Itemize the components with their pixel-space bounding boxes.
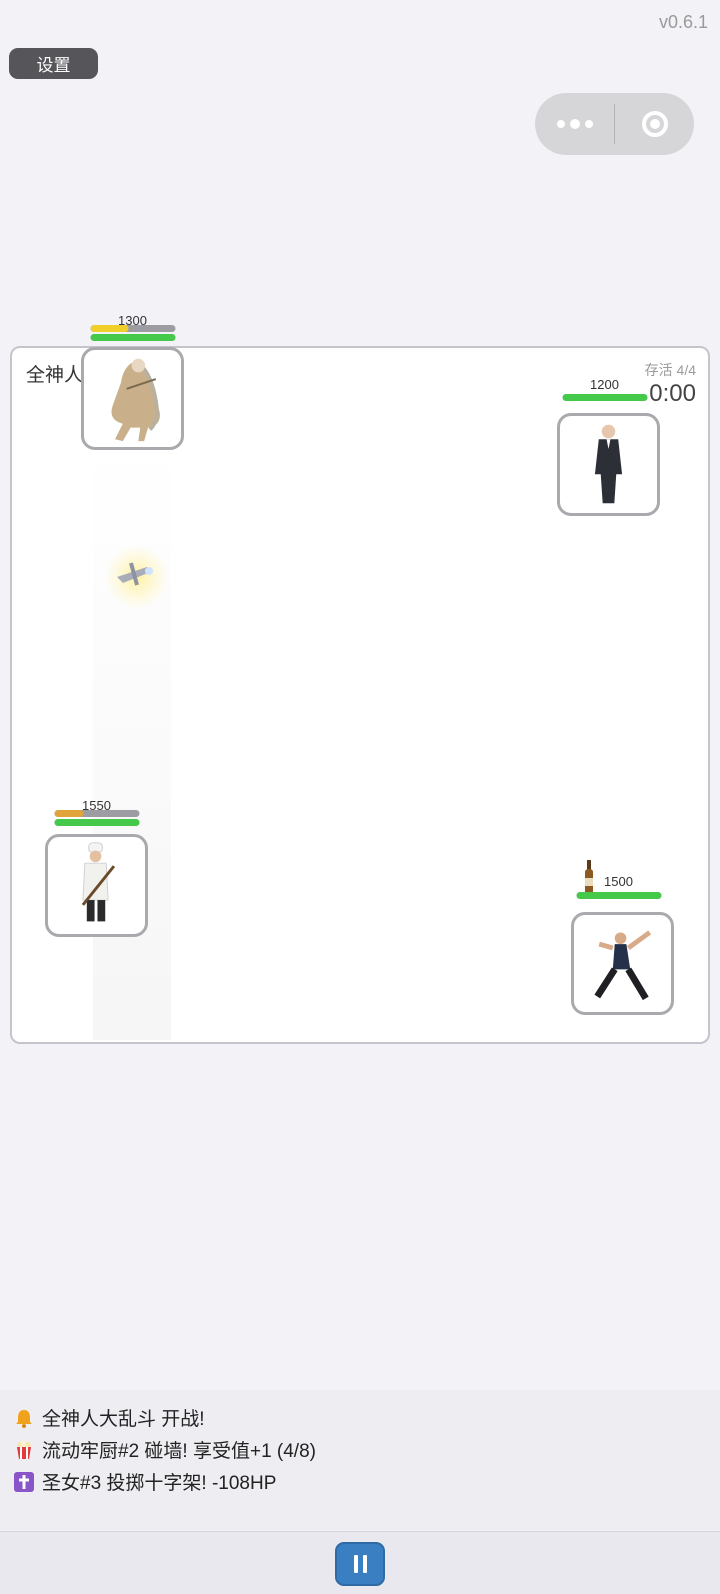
game-screen: v0.6.1 设置 全神人大乱斗 存活 4/4 0:00 1300 1200 — [0, 0, 720, 1594]
health-bar — [576, 892, 661, 899]
suit-man-figure-icon — [594, 424, 623, 504]
log-line: 圣女#3 投掷十字架! -108HP — [14, 1468, 276, 1495]
pause-button[interactable] — [335, 1542, 385, 1586]
hp-value: 1200 — [590, 377, 619, 392]
saintess-figure-icon — [111, 358, 160, 442]
fighter-saintess[interactable]: 1300 — [80, 313, 185, 453]
close-mini-program-button[interactable] — [615, 93, 694, 155]
hp-value: 1500 — [604, 874, 633, 889]
cross-icon — [14, 1471, 34, 1492]
health-bar — [90, 334, 175, 341]
motion-trail — [93, 440, 171, 1040]
bottom-control-bar — [0, 1531, 720, 1594]
energy-bar — [90, 325, 175, 332]
target-circle-icon — [641, 111, 668, 137]
log-text: 圣女#3 投掷十字架! -108HP — [42, 1473, 277, 1494]
pause-icon-bar — [362, 1555, 367, 1573]
log-text: 全神人大乱斗 开战! — [42, 1409, 205, 1430]
energy-bar — [54, 810, 139, 817]
thrown-cross-projectile — [105, 545, 169, 609]
settings-button[interactable]: 设置 — [9, 48, 98, 79]
fighter-portrait — [557, 413, 660, 516]
log-text: 流动牢厨#2 碰墙! 享受值+1 (4/8) — [42, 1441, 316, 1462]
mini-program-capsule — [535, 93, 694, 155]
battle-log: 全神人大乱斗 开战! 流动牢厨#2 碰墙! 享受值+1 (4/8) 圣女#3 投… — [0, 1390, 720, 1530]
more-dots-icon — [556, 119, 593, 129]
fighter-suit-man[interactable]: 1200 — [552, 377, 660, 517]
pause-icon — [353, 1555, 358, 1573]
popcorn-icon — [17, 1440, 31, 1459]
fighter-portrait — [571, 912, 674, 1015]
version-label: v0.6.1 — [658, 12, 708, 32]
thrower-figure-icon — [594, 930, 652, 1001]
health-bar — [562, 394, 647, 401]
log-line: 流动牢厨#2 碰墙! 享受值+1 (4/8) — [14, 1436, 316, 1463]
log-line: 全神人大乱斗 开战! — [14, 1404, 205, 1431]
fighter-chef[interactable]: 1550 — [44, 798, 149, 940]
health-bar — [54, 819, 139, 826]
chef-figure-icon — [81, 842, 116, 922]
fighter-portrait — [45, 834, 148, 937]
cross-projectile-icon — [117, 562, 153, 586]
fighter-thrower[interactable]: 1500 — [566, 874, 674, 1019]
more-menu-button[interactable] — [535, 93, 614, 155]
fighter-portrait — [81, 347, 184, 450]
bell-icon — [16, 1409, 32, 1428]
